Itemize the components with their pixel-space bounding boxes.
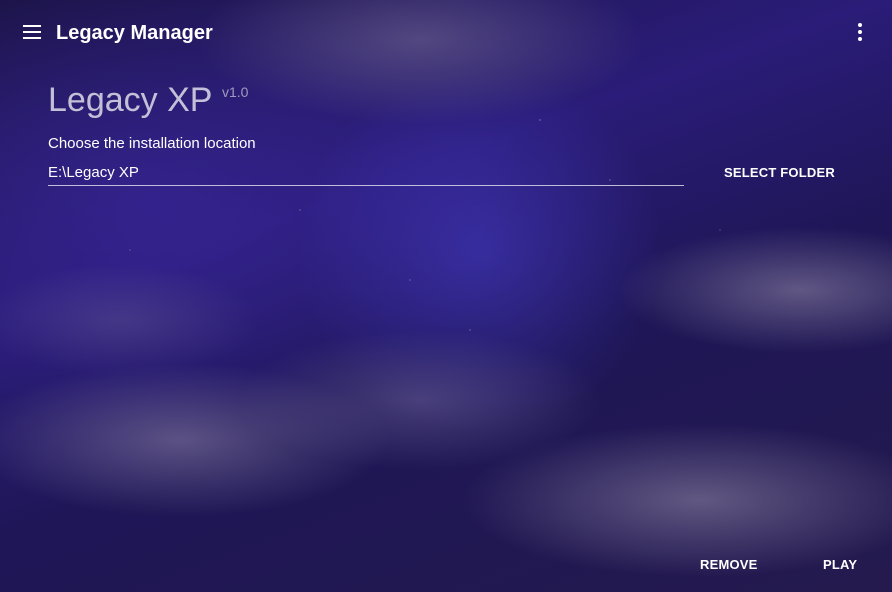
- app-bar: Legacy Manager: [0, 0, 892, 64]
- more-vertical-icon[interactable]: [848, 18, 872, 46]
- version-label: v1.0: [222, 84, 249, 100]
- app-window: Legacy Manager Legacy XP v1.0 Choose the…: [0, 0, 892, 592]
- play-button[interactable]: PLAY: [815, 547, 865, 583]
- install-location-label: Choose the installation location: [48, 135, 256, 152]
- select-folder-button[interactable]: SELECT FOLDER: [716, 155, 843, 191]
- install-path-input[interactable]: [48, 160, 684, 186]
- remove-button[interactable]: REMOVE: [692, 547, 766, 583]
- product-title: Legacy XP: [48, 81, 213, 119]
- app-title: Legacy Manager: [56, 22, 213, 44]
- hamburger-menu-icon[interactable]: [16, 18, 48, 46]
